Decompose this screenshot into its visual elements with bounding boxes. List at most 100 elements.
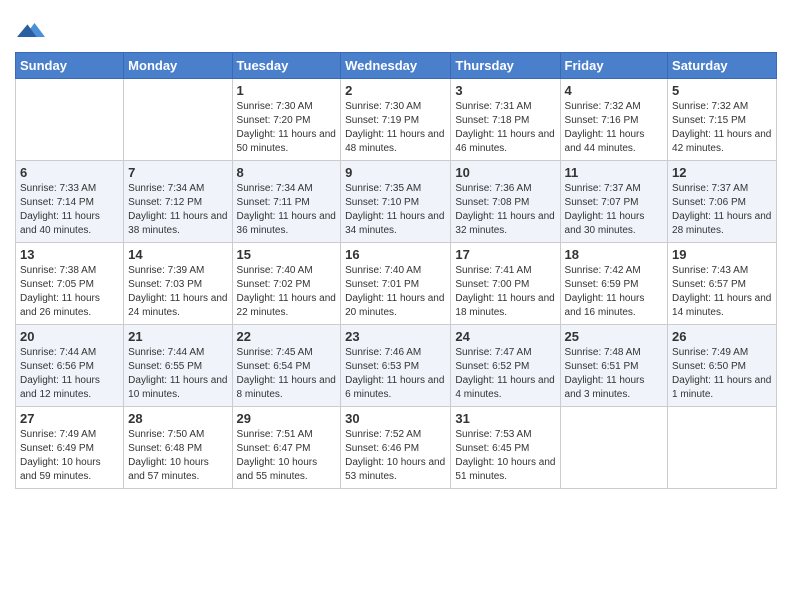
cell-content: Sunrise: 7:39 AM Sunset: 7:03 PM Dayligh… — [128, 264, 227, 320]
day-of-week-header: Monday — [124, 53, 232, 79]
day-number: 2 — [345, 83, 446, 98]
calendar-cell: 2 Sunrise: 7:30 AM Sunset: 7:19 PM Daylig… — [341, 79, 451, 161]
day-number: 7 — [128, 165, 227, 180]
cell-content: Sunrise: 7:50 AM Sunset: 6:48 PM Dayligh… — [128, 428, 227, 484]
calendar-week-row: 1 Sunrise: 7:30 AM Sunset: 7:20 PM Daylig… — [16, 79, 777, 161]
day-number: 8 — [237, 165, 337, 180]
cell-content: Sunrise: 7:40 AM Sunset: 7:01 PM Dayligh… — [345, 264, 446, 320]
calendar-cell: 6 Sunrise: 7:33 AM Sunset: 7:14 PM Daylig… — [16, 161, 124, 243]
cell-content: Sunrise: 7:41 AM Sunset: 7:00 PM Dayligh… — [455, 264, 555, 320]
day-of-week-header: Saturday — [668, 53, 777, 79]
calendar-cell: 31Sunrise: 7:53 AM Sunset: 6:45 PM Dayli… — [451, 407, 560, 489]
day-number: 28 — [128, 411, 227, 426]
day-number: 6 — [20, 165, 119, 180]
calendar-cell: 17 Sunrise: 7:41 AM Sunset: 7:00 PM Dayli… — [451, 243, 560, 325]
calendar-cell: 22Sunrise: 7:45 AM Sunset: 6:54 PM Dayli… — [232, 325, 341, 407]
cell-content: Sunrise: 7:49 AM Sunset: 6:50 PM Dayligh… — [672, 346, 772, 402]
calendar-week-row: 13 Sunrise: 7:38 AM Sunset: 7:05 PM Dayli… — [16, 243, 777, 325]
day-number: 10 — [455, 165, 555, 180]
day-number: 16 — [345, 247, 446, 262]
calendar-cell — [560, 407, 668, 489]
calendar-cell: 1 Sunrise: 7:30 AM Sunset: 7:20 PM Daylig… — [232, 79, 341, 161]
cell-content: Sunrise: 7:48 AM Sunset: 6:51 PM Dayligh… — [565, 346, 664, 402]
day-number: 25 — [565, 329, 664, 344]
day-number: 24 — [455, 329, 555, 344]
logo — [15, 16, 45, 44]
day-of-week-header: Tuesday — [232, 53, 341, 79]
calendar-cell: 18Sunrise: 7:42 AM Sunset: 6:59 PM Dayli… — [560, 243, 668, 325]
day-of-week-header: Sunday — [16, 53, 124, 79]
day-of-week-header: Friday — [560, 53, 668, 79]
calendar-cell: 4 Sunrise: 7:32 AM Sunset: 7:16 PM Daylig… — [560, 79, 668, 161]
calendar-cell — [16, 79, 124, 161]
calendar-header-row: SundayMondayTuesdayWednesdayThursdayFrid… — [16, 53, 777, 79]
calendar-cell: 7 Sunrise: 7:34 AM Sunset: 7:12 PM Daylig… — [124, 161, 232, 243]
cell-content: Sunrise: 7:30 AM Sunset: 7:20 PM Dayligh… — [237, 100, 337, 156]
day-number: 20 — [20, 329, 119, 344]
day-number: 15 — [237, 247, 337, 262]
calendar-cell: 13 Sunrise: 7:38 AM Sunset: 7:05 PM Dayli… — [16, 243, 124, 325]
cell-content: Sunrise: 7:44 AM Sunset: 6:55 PM Dayligh… — [128, 346, 227, 402]
cell-content: Sunrise: 7:44 AM Sunset: 6:56 PM Dayligh… — [20, 346, 119, 402]
day-number: 13 — [20, 247, 119, 262]
cell-content: Sunrise: 7:38 AM Sunset: 7:05 PM Dayligh… — [20, 264, 119, 320]
calendar-week-row: 6 Sunrise: 7:33 AM Sunset: 7:14 PM Daylig… — [16, 161, 777, 243]
calendar-cell: 10 Sunrise: 7:36 AM Sunset: 7:08 PM Dayli… — [451, 161, 560, 243]
calendar-cell: 14 Sunrise: 7:39 AM Sunset: 7:03 PM Dayli… — [124, 243, 232, 325]
calendar-cell: 26 Sunrise: 7:49 AM Sunset: 6:50 PM Dayli… — [668, 325, 777, 407]
calendar-cell — [668, 407, 777, 489]
day-number: 23 — [345, 329, 446, 344]
cell-content: Sunrise: 7:42 AM Sunset: 6:59 PM Dayligh… — [565, 264, 664, 320]
logo-icon — [17, 16, 45, 44]
calendar-cell: 29 Sunrise: 7:51 AM Sunset: 6:47 PM Dayli… — [232, 407, 341, 489]
calendar-week-row: 27 Sunrise: 7:49 AM Sunset: 6:49 PM Dayli… — [16, 407, 777, 489]
cell-content: Sunrise: 7:49 AM Sunset: 6:49 PM Dayligh… — [20, 428, 119, 484]
day-number: 26 — [672, 329, 772, 344]
day-number: 14 — [128, 247, 227, 262]
day-number: 12 — [672, 165, 772, 180]
day-number: 17 — [455, 247, 555, 262]
cell-content: Sunrise: 7:36 AM Sunset: 7:08 PM Dayligh… — [455, 182, 555, 238]
calendar-cell: 9 Sunrise: 7:35 AM Sunset: 7:10 PM Daylig… — [341, 161, 451, 243]
calendar-cell: 28 Sunrise: 7:50 AM Sunset: 6:48 PM Dayli… — [124, 407, 232, 489]
cell-content: Sunrise: 7:47 AM Sunset: 6:52 PM Dayligh… — [455, 346, 555, 402]
cell-content: Sunrise: 7:32 AM Sunset: 7:15 PM Dayligh… — [672, 100, 772, 156]
day-number: 4 — [565, 83, 664, 98]
calendar-cell: 11Sunrise: 7:37 AM Sunset: 7:07 PM Dayli… — [560, 161, 668, 243]
calendar-table: SundayMondayTuesdayWednesdayThursdayFrid… — [15, 52, 777, 489]
calendar-cell: 23 Sunrise: 7:46 AM Sunset: 6:53 PM Dayli… — [341, 325, 451, 407]
calendar-cell: 25 Sunrise: 7:48 AM Sunset: 6:51 PM Dayli… — [560, 325, 668, 407]
cell-content: Sunrise: 7:31 AM Sunset: 7:18 PM Dayligh… — [455, 100, 555, 156]
day-number: 1 — [237, 83, 337, 98]
day-number: 29 — [237, 411, 337, 426]
calendar-cell — [124, 79, 232, 161]
cell-content: Sunrise: 7:37 AM Sunset: 7:06 PM Dayligh… — [672, 182, 772, 238]
cell-content: Sunrise: 7:46 AM Sunset: 6:53 PM Dayligh… — [345, 346, 446, 402]
cell-content: Sunrise: 7:37 AM Sunset: 7:07 PM Dayligh… — [565, 182, 664, 238]
day-number: 21 — [128, 329, 227, 344]
cell-content: Sunrise: 7:35 AM Sunset: 7:10 PM Dayligh… — [345, 182, 446, 238]
cell-content: Sunrise: 7:34 AM Sunset: 7:12 PM Dayligh… — [128, 182, 227, 238]
cell-content: Sunrise: 7:32 AM Sunset: 7:16 PM Dayligh… — [565, 100, 664, 156]
day-number: 3 — [455, 83, 555, 98]
cell-content: Sunrise: 7:33 AM Sunset: 7:14 PM Dayligh… — [20, 182, 119, 238]
cell-content: Sunrise: 7:52 AM Sunset: 6:46 PM Dayligh… — [345, 428, 446, 484]
calendar-cell: 15Sunrise: 7:40 AM Sunset: 7:02 PM Dayli… — [232, 243, 341, 325]
calendar-cell: 12 Sunrise: 7:37 AM Sunset: 7:06 PM Dayli… — [668, 161, 777, 243]
cell-content: Sunrise: 7:51 AM Sunset: 6:47 PM Dayligh… — [237, 428, 337, 484]
day-number: 27 — [20, 411, 119, 426]
calendar-cell: 16 Sunrise: 7:40 AM Sunset: 7:01 PM Dayli… — [341, 243, 451, 325]
day-number: 5 — [672, 83, 772, 98]
calendar-week-row: 20 Sunrise: 7:44 AM Sunset: 6:56 PM Dayli… — [16, 325, 777, 407]
calendar-cell: 5 Sunrise: 7:32 AM Sunset: 7:15 PM Daylig… — [668, 79, 777, 161]
calendar-cell: 8Sunrise: 7:34 AM Sunset: 7:11 PM Daylig… — [232, 161, 341, 243]
calendar-cell: 30Sunrise: 7:52 AM Sunset: 6:46 PM Dayli… — [341, 407, 451, 489]
day-number: 22 — [237, 329, 337, 344]
cell-content: Sunrise: 7:43 AM Sunset: 6:57 PM Dayligh… — [672, 264, 772, 320]
cell-content: Sunrise: 7:30 AM Sunset: 7:19 PM Dayligh… — [345, 100, 446, 156]
calendar-cell: 21 Sunrise: 7:44 AM Sunset: 6:55 PM Dayli… — [124, 325, 232, 407]
cell-content: Sunrise: 7:53 AM Sunset: 6:45 PM Dayligh… — [455, 428, 555, 484]
day-number: 9 — [345, 165, 446, 180]
calendar-cell: 20 Sunrise: 7:44 AM Sunset: 6:56 PM Dayli… — [16, 325, 124, 407]
page-header — [15, 10, 777, 44]
